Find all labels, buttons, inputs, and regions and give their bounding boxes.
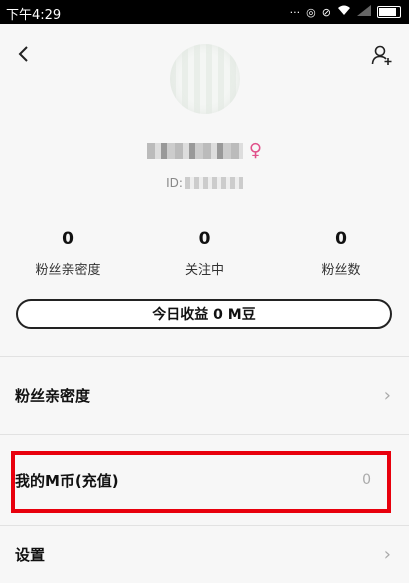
back-arrow-icon: [18, 46, 28, 62]
stat-label: 粉丝数: [321, 263, 361, 278]
today-earnings-button[interactable]: 今日收益 0 M豆: [16, 299, 392, 329]
stat-label: 关注中: [184, 263, 224, 278]
avatar[interactable]: [170, 44, 240, 114]
female-gender-icon: ♀: [248, 140, 263, 161]
status-icons: ··· ◎ ⊘: [290, 5, 401, 19]
nickname-redacted: [146, 143, 243, 159]
user-id-label: ID:: [166, 176, 183, 190]
add-user-icon: [371, 45, 392, 65]
stat-value: 0: [62, 229, 74, 249]
user-id-row: ID:: [0, 176, 409, 190]
battery-icon: [377, 6, 401, 18]
status-time: 下午4:29: [6, 8, 62, 23]
stat-fan-intimacy[interactable]: 0 粉丝亲密度: [0, 229, 136, 278]
mute-icon: ⊘: [321, 5, 331, 19]
menu-item-fan-intimacy[interactable]: 粉丝亲密度 ›: [0, 357, 409, 434]
menu-item-settings[interactable]: 设置 ›: [0, 526, 409, 583]
stat-value: 0: [198, 229, 211, 249]
user-id-redacted: [184, 177, 243, 189]
nickname-row: ♀: [0, 142, 409, 160]
stats-row: 0 粉丝亲密度 0 关注中 0 粉丝数: [0, 229, 409, 278]
stat-fans[interactable]: 0 粉丝数: [273, 229, 409, 278]
menu-item-label: 我的M币(充值): [15, 471, 119, 490]
wifi-icon: [337, 5, 351, 19]
signal-icon: [357, 5, 371, 19]
profile-header: ♀ ID: 0 粉丝亲密度 0 关注中 0 粉丝数 今日收益 0 M豆: [0, 24, 409, 356]
menu-item-label: 设置: [15, 546, 46, 564]
menu-item-label: 粉丝亲密度: [15, 387, 91, 405]
status-bar: 下午4:29 ··· ◎ ⊘: [0, 0, 409, 24]
more-icon: ···: [289, 5, 301, 19]
alarm-icon: ◎: [306, 5, 316, 19]
stat-label: 粉丝亲密度: [35, 263, 101, 278]
stat-following[interactable]: 0 关注中: [137, 229, 273, 278]
menu-item-my-coins[interactable]: 我的M币(充值) 0: [0, 435, 409, 525]
chevron-right-icon: ›: [383, 544, 391, 565]
coin-balance: 0: [362, 472, 371, 488]
add-friend-button[interactable]: [371, 44, 393, 66]
back-button[interactable]: [14, 44, 34, 64]
chevron-right-icon: ›: [383, 385, 391, 406]
stat-value: 0: [335, 229, 347, 249]
